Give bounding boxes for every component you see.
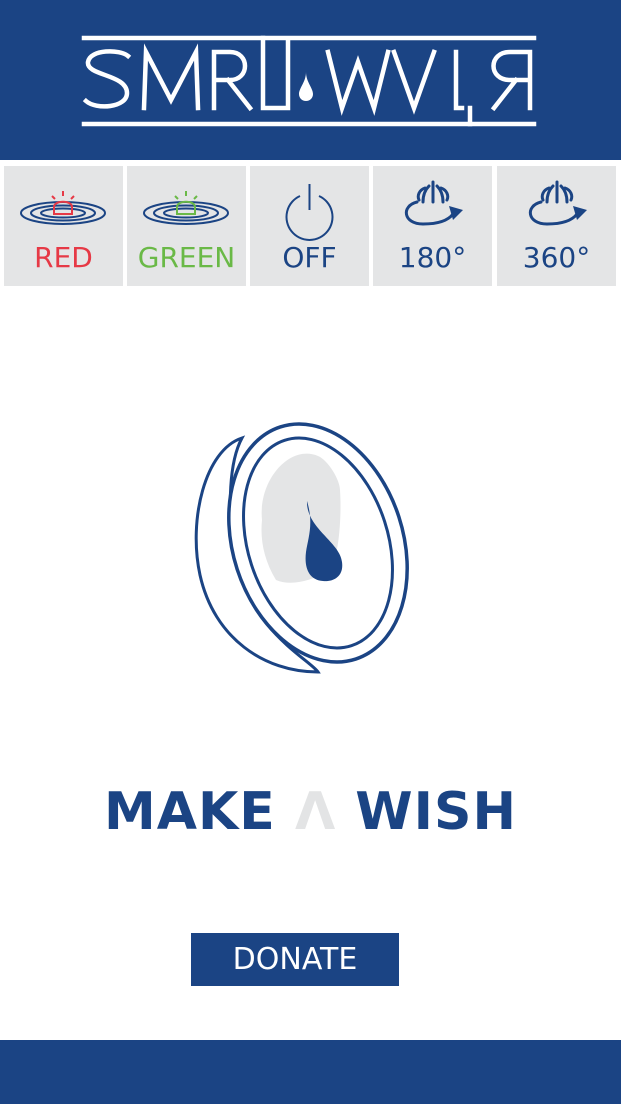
rotate-180-label: 180° [398,241,467,274]
wish-word-make: MAKE [104,782,276,842]
donate-button[interactable]: DONATE [191,933,399,986]
green-label: GREEN [137,241,236,274]
app-header [0,0,621,160]
rotate-180-button[interactable]: 180° [373,166,492,286]
red-label: RED [34,241,93,274]
red-light-button[interactable]: RED [4,166,123,286]
control-bar: RED GREEN OFF 180° 360° [0,164,621,288]
wish-word-a: Λ [294,782,337,842]
app-footer [0,1040,621,1104]
off-button[interactable]: OFF [250,166,369,286]
coin-with-water-drop-icon [190,410,420,685]
smrt-watr-logo [81,35,537,127]
green-light-button[interactable]: GREEN [127,166,246,286]
rotate-360-button[interactable]: 360° [497,166,616,286]
rotate-360-label: 360° [522,241,591,274]
make-a-wish-title: MAKE Λ WISH [0,780,621,844]
wish-word-wish: WISH [355,782,517,842]
off-label: OFF [282,241,337,274]
